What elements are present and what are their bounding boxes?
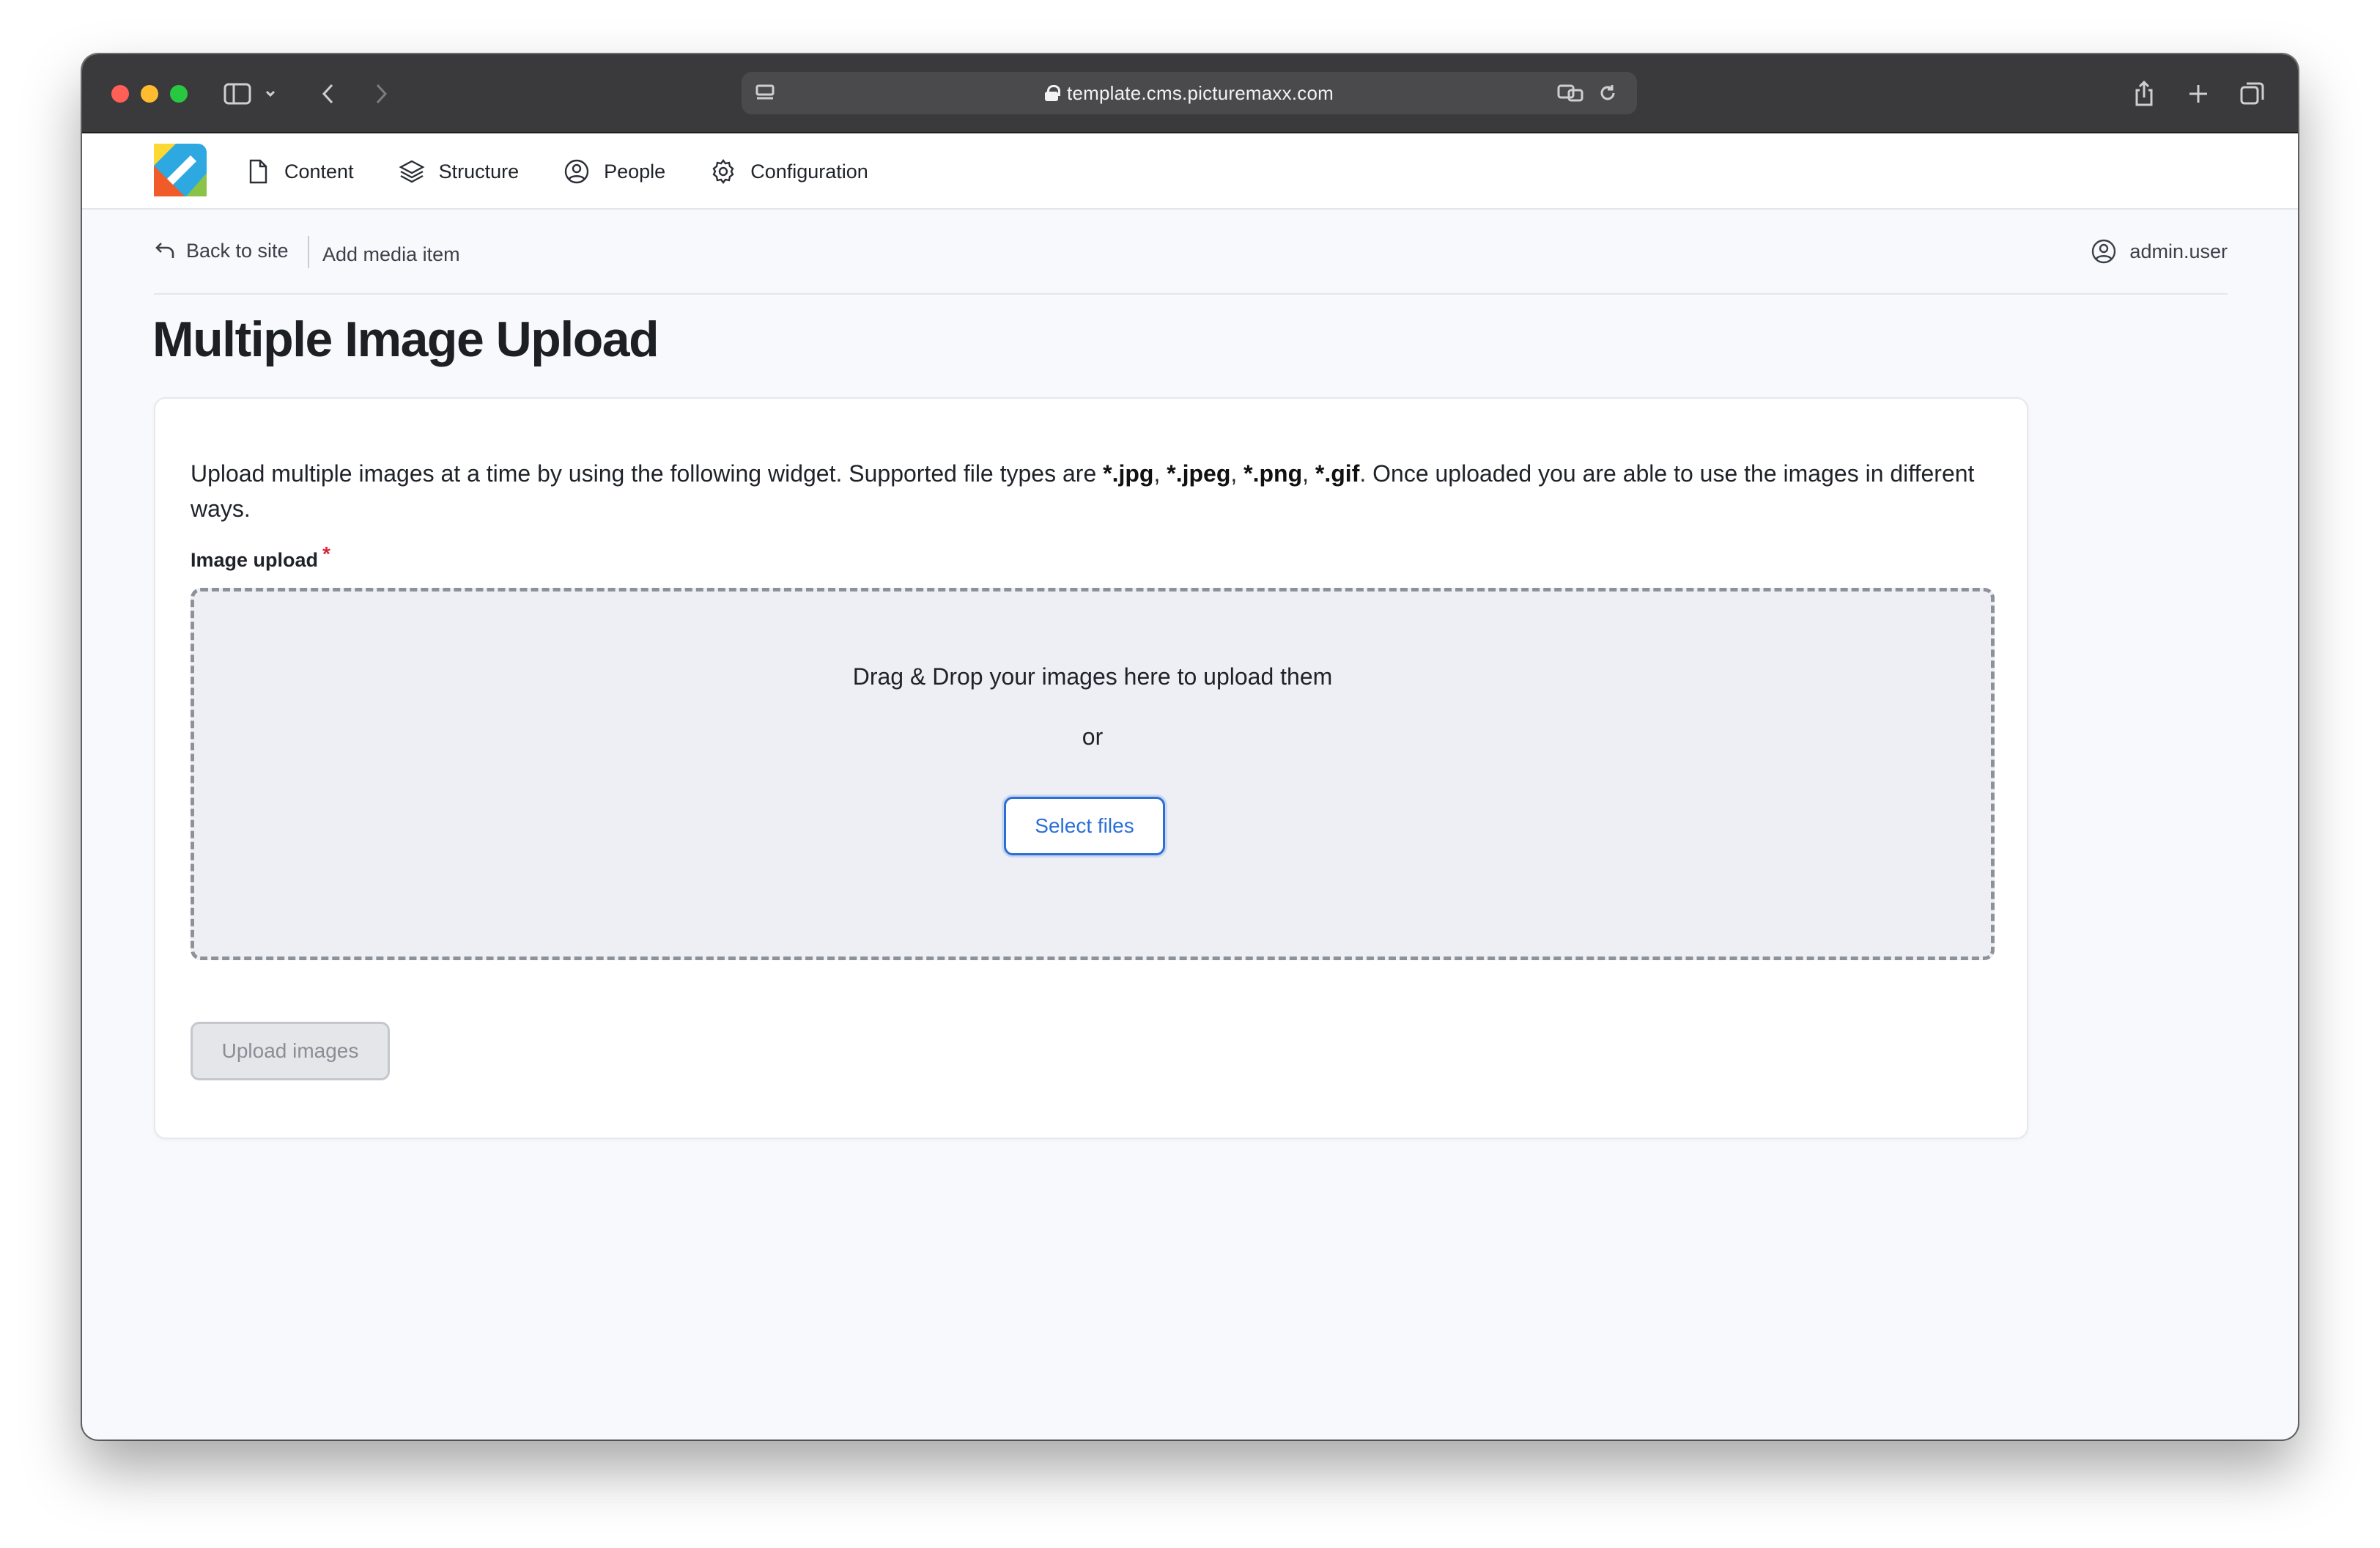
image-upload-label: Image upload * bbox=[191, 542, 330, 572]
reader-icon[interactable] bbox=[746, 74, 784, 112]
forward-arrow-icon[interactable] bbox=[362, 75, 400, 113]
dropzone-text: Drag & Drop your images here to upload t… bbox=[852, 663, 1333, 690]
type-jpeg: *.jpeg bbox=[1167, 460, 1231, 487]
required-marker: * bbox=[322, 542, 330, 565]
address-bar[interactable]: template.cms.picturemaxx.com bbox=[742, 72, 1637, 114]
nav-configuration[interactable]: Configuration bbox=[709, 133, 890, 210]
return-arrow-icon bbox=[155, 243, 174, 258]
nav-content-label: Content bbox=[284, 160, 354, 183]
tab-overview-icon[interactable] bbox=[2233, 75, 2272, 113]
nav-people-label: People bbox=[604, 160, 666, 183]
browser-chrome: template.cms.picturemaxx.com bbox=[82, 54, 2298, 133]
nav-structure-label: Structure bbox=[438, 160, 520, 183]
intro-text: Upload multiple images at a time by usin… bbox=[191, 460, 1975, 522]
document-icon bbox=[249, 159, 267, 184]
type-jpg: *.jpg bbox=[1103, 460, 1154, 487]
nav-content[interactable]: Content bbox=[243, 133, 376, 210]
back-to-site-label: Back to site bbox=[186, 239, 289, 262]
breadcrumb-divider bbox=[308, 236, 309, 268]
browser-window: template.cms.picturemaxx.com Content Str… bbox=[82, 54, 2298, 1440]
upload-images-button[interactable]: Upload images bbox=[191, 1022, 390, 1080]
url-text: template.cms.picturemaxx.com bbox=[1067, 81, 1334, 104]
new-tab-icon[interactable] bbox=[2179, 75, 2217, 113]
zoom-window-button[interactable] bbox=[170, 85, 188, 103]
window-controls bbox=[111, 85, 188, 103]
reload-icon[interactable] bbox=[1589, 74, 1627, 112]
user-menu[interactable]: admin.user bbox=[2090, 237, 2228, 265]
avatar-icon bbox=[2092, 239, 2116, 264]
upload-card: Upload multiple images at a time by usin… bbox=[154, 397, 2028, 1139]
close-window-button[interactable] bbox=[111, 85, 129, 103]
nav-configuration-label: Configuration bbox=[750, 160, 868, 183]
translate-icon[interactable] bbox=[1552, 74, 1590, 112]
select-files-button[interactable]: Select files bbox=[1004, 797, 1165, 855]
type-gif: *.gif bbox=[1315, 460, 1360, 487]
secondary-bar: Back to site Add media item admin.user bbox=[154, 210, 2228, 295]
lock-icon bbox=[1045, 85, 1061, 101]
breadcrumb: Add media item bbox=[322, 243, 460, 265]
minimize-window-button[interactable] bbox=[141, 85, 158, 103]
layers-icon bbox=[399, 160, 425, 183]
type-png: *.png bbox=[1243, 460, 1303, 487]
intro-prefix: Upload multiple images at a time by usin… bbox=[191, 460, 1104, 487]
nav-people[interactable]: People bbox=[563, 133, 687, 210]
nav-structure[interactable]: Structure bbox=[398, 133, 542, 210]
user-name: admin.user bbox=[2129, 240, 2228, 262]
chevron-down-icon[interactable] bbox=[259, 75, 281, 113]
admin-toolbar: Content Structure People Configuration bbox=[82, 133, 2298, 210]
sidebar-toggle-icon[interactable] bbox=[218, 75, 256, 113]
image-dropzone[interactable]: Drag & Drop your images here to upload t… bbox=[191, 588, 1995, 960]
image-upload-label-text: Image upload bbox=[191, 549, 319, 571]
back-to-site-link[interactable]: Back to site bbox=[154, 239, 289, 262]
gear-icon bbox=[712, 159, 734, 184]
cms-logo-icon[interactable] bbox=[154, 144, 207, 196]
share-icon[interactable] bbox=[2125, 75, 2163, 113]
page-title: Multiple Image Upload bbox=[152, 312, 659, 367]
user-circle-icon bbox=[564, 159, 589, 184]
dropzone-or: or bbox=[1082, 723, 1104, 750]
back-arrow-icon[interactable] bbox=[309, 75, 347, 113]
main-nav: Content Structure People Configuration bbox=[243, 133, 912, 210]
